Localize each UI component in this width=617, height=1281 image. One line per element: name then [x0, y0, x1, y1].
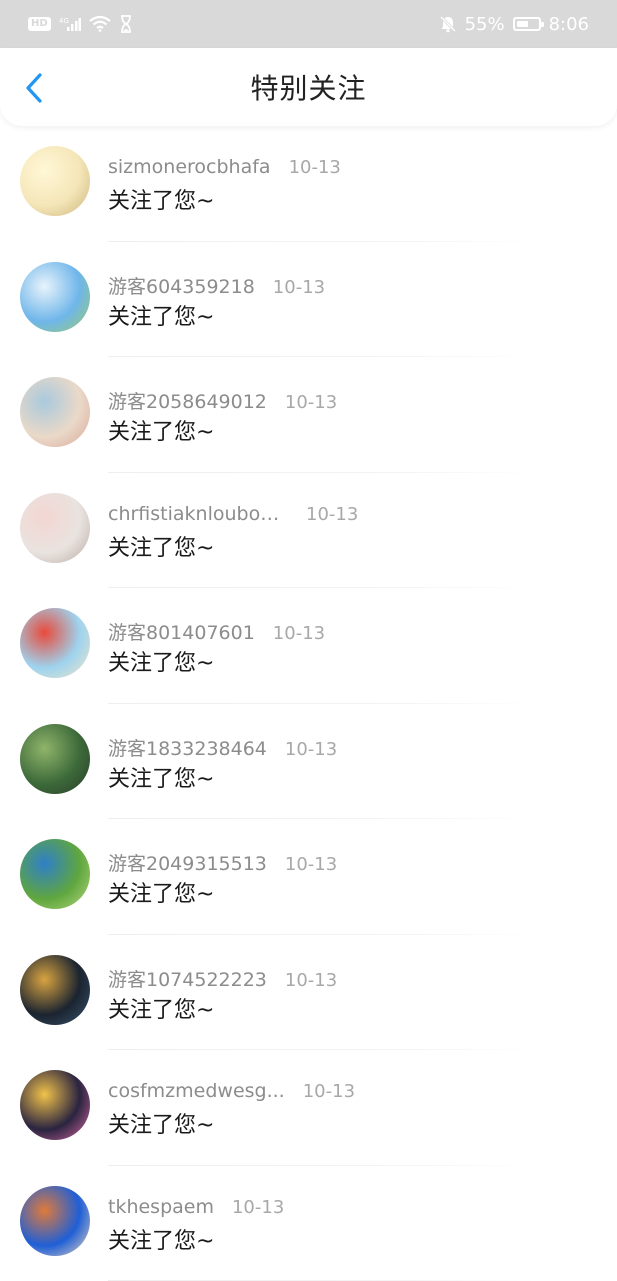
follow-list-item[interactable]: 游客604359218 10-13 关注了您~	[0, 242, 617, 358]
follow-message: 关注了您~	[108, 530, 214, 562]
avatar[interactable]	[20, 839, 90, 909]
follow-list-item[interactable]: 游客1833238464 10-13 关注了您~	[0, 704, 617, 820]
avatar[interactable]	[20, 377, 90, 447]
name-row: 游客604359218 10-13	[108, 272, 325, 299]
hourglass-icon	[119, 15, 133, 33]
user-name[interactable]: 游客1833238464	[108, 734, 267, 761]
avatar[interactable]	[20, 1070, 90, 1140]
avatar[interactable]	[20, 262, 90, 332]
battery-icon	[513, 17, 541, 31]
user-name[interactable]: tkhespaem	[108, 1196, 214, 1218]
follow-message: 关注了您~	[108, 761, 214, 793]
follow-date: 10-13	[289, 157, 341, 178]
user-name[interactable]: 游客1074522223	[108, 965, 267, 992]
user-name[interactable]: 游客801407601	[108, 618, 255, 645]
follow-message: 关注了您~	[108, 414, 214, 446]
follow-date: 10-13	[232, 1197, 284, 1218]
user-name[interactable]: cosfmzmedwesg...	[108, 1080, 285, 1102]
follow-date: 10-13	[273, 623, 325, 644]
chevron-left-icon	[24, 72, 44, 104]
wifi-icon	[89, 16, 111, 32]
name-row: 游客801407601 10-13	[108, 618, 325, 645]
follow-date: 10-13	[306, 504, 358, 525]
follow-list-item[interactable]: cosfmzmedwesg... 10-13 关注了您~	[0, 1050, 617, 1166]
follow-list-item[interactable]: sizmonerocbhafa 10-13 关注了您~	[0, 126, 617, 242]
battery-level-fill	[517, 21, 528, 27]
follow-message: 关注了您~	[108, 299, 214, 331]
cellular-signal-icon: 4G	[59, 16, 81, 32]
follow-date: 10-13	[285, 970, 337, 991]
follow-message: 关注了您~	[108, 1223, 214, 1255]
status-bar-left: HD 4G	[28, 15, 133, 33]
follow-date: 10-13	[285, 392, 337, 413]
follow-message: 关注了您~	[108, 645, 214, 677]
follow-list-item[interactable]: 游客1074522223 10-13 关注了您~	[0, 935, 617, 1051]
follow-list-item[interactable]: 游客801407601 10-13 关注了您~	[0, 588, 617, 704]
bell-muted-icon	[439, 15, 457, 33]
follow-message: 关注了您~	[108, 183, 214, 215]
follow-message: 关注了您~	[108, 992, 214, 1024]
name-row: tkhespaem 10-13	[108, 1196, 284, 1218]
user-name[interactable]: sizmonerocbhafa	[108, 156, 271, 178]
hd-icon: HD	[28, 17, 51, 31]
follow-date: 10-13	[273, 277, 325, 298]
status-bar-right: 55% 8:06	[439, 14, 589, 35]
name-row: cosfmzmedwesg... 10-13	[108, 1080, 355, 1102]
avatar[interactable]	[20, 724, 90, 794]
follow-list: sizmonerocbhafa10-13关注了您~游客60435921810-1…	[0, 126, 617, 1281]
user-name[interactable]: 游客2058649012	[108, 387, 267, 414]
avatar[interactable]	[20, 955, 90, 1025]
status-bar: HD 4G	[0, 0, 617, 48]
user-name[interactable]: chrfistiaknloubou...	[108, 503, 288, 525]
status-time: 8:06	[549, 14, 589, 35]
avatar[interactable]	[20, 146, 90, 216]
name-row: 游客1074522223 10-13	[108, 965, 337, 992]
name-row: chrfistiaknloubou... 10-13	[108, 503, 358, 525]
follow-list-item[interactable]: 游客2058649012 10-13 关注了您~	[0, 357, 617, 473]
avatar[interactable]	[20, 1186, 90, 1256]
user-name[interactable]: 游客604359218	[108, 272, 255, 299]
name-row: 游客2058649012 10-13	[108, 387, 337, 414]
follow-message: 关注了您~	[108, 1107, 214, 1139]
name-row: 游客1833238464 10-13	[108, 734, 337, 761]
name-row: 游客2049315513 10-13	[108, 849, 337, 876]
battery-percent: 55%	[465, 14, 505, 35]
follow-date: 10-13	[303, 1081, 355, 1102]
avatar[interactable]	[20, 493, 90, 563]
app-header: 特别关注	[0, 48, 617, 126]
follow-list-item[interactable]: chrfistiaknloubou... 10-13 关注了您~	[0, 473, 617, 589]
follow-list-item[interactable]: 游客2049315513 10-13 关注了您~	[0, 819, 617, 935]
avatar[interactable]	[20, 608, 90, 678]
follow-date: 10-13	[285, 739, 337, 760]
back-button[interactable]	[18, 72, 50, 104]
svg-text:4G: 4G	[59, 17, 69, 25]
follow-date: 10-13	[285, 854, 337, 875]
name-row: sizmonerocbhafa 10-13	[108, 156, 341, 178]
user-name[interactable]: 游客2049315513	[108, 849, 267, 876]
follow-list-item[interactable]: tkhespaem 10-13 关注了您~	[0, 1166, 617, 1281]
page-title: 特别关注	[250, 67, 366, 107]
follow-message: 关注了您~	[108, 876, 214, 908]
